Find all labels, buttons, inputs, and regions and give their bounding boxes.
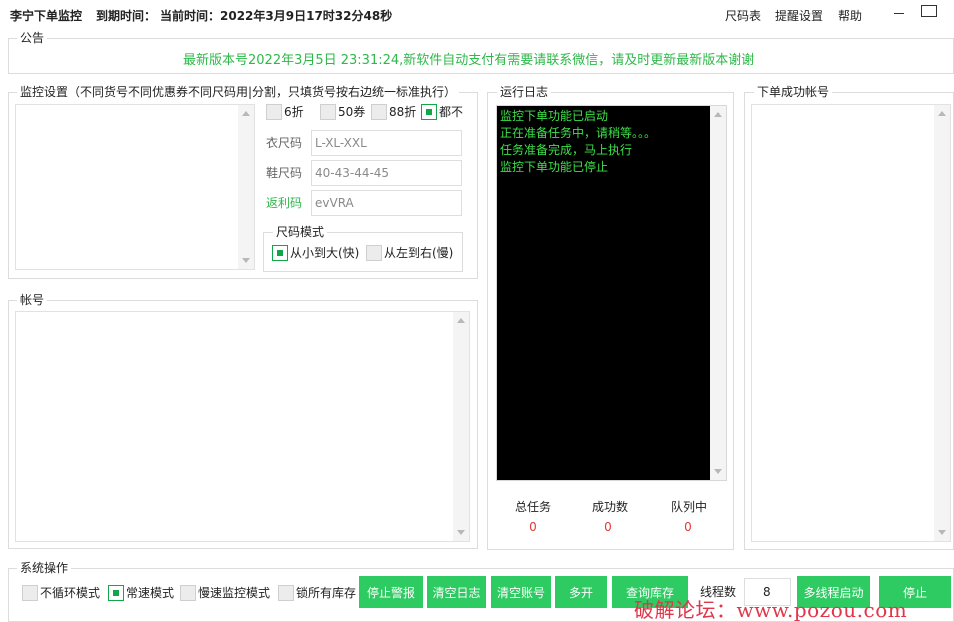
queue-value: 0 xyxy=(684,520,692,534)
menu-reminder-settings[interactable]: 提醒设置 xyxy=(775,7,823,24)
scrollbar[interactable] xyxy=(934,105,950,541)
scroll-down-icon[interactable] xyxy=(457,530,465,535)
success-accounts-textarea[interactable] xyxy=(751,104,951,542)
shoe-size-input[interactable]: 40-43-44-45 xyxy=(311,160,462,186)
clear-log-button[interactable]: 清空日志 xyxy=(427,576,486,608)
log-line: 任务准备完成，马上执行 xyxy=(500,143,633,157)
scrollbar[interactable] xyxy=(710,106,726,480)
monitor-legend: 监控设置（不同货号不同优惠券不同尺码用|分割，只填货号按右边统一标准执行） xyxy=(17,85,460,99)
maximize-icon[interactable] xyxy=(921,5,937,17)
no-loop-mode-label: 不循环模式 xyxy=(40,586,101,600)
total-tasks-label: 总任务 xyxy=(514,500,551,514)
minimize-icon[interactable] xyxy=(894,13,904,14)
success-count-value: 0 xyxy=(604,520,612,534)
scroll-down-icon[interactable] xyxy=(938,530,946,535)
accounts-legend: 帐号 xyxy=(17,293,48,307)
slow-monitor-mode-label: 慢速监控模式 xyxy=(198,586,271,600)
log-line: 监控下单功能已停止 xyxy=(500,160,609,174)
log-line: 正在准备任务中，请稍等。。。 xyxy=(500,126,657,140)
current-time: 当前时间：2022年3月9日17时32分48秒 xyxy=(160,9,393,23)
scroll-down-icon[interactable] xyxy=(242,258,250,263)
discount-6-checkbox[interactable] xyxy=(266,104,282,120)
clothes-size-label: 衣尺码 xyxy=(266,136,303,150)
size-mode-left-to-right-label: 从左到右(慢) xyxy=(384,246,454,260)
expiry-label: 到期时间： xyxy=(96,9,157,23)
scroll-up-icon[interactable] xyxy=(938,111,946,116)
scrollbar[interactable] xyxy=(238,105,254,269)
stop-alarm-button[interactable]: 停止警报 xyxy=(359,576,423,608)
menu-help[interactable]: 帮助 xyxy=(838,7,862,24)
size-mode-small-to-large-label: 从小到大(快) xyxy=(290,246,360,260)
clear-accounts-button[interactable]: 清空账号 xyxy=(491,576,551,608)
product-code-textarea[interactable] xyxy=(15,104,255,270)
discount-88-checkbox[interactable] xyxy=(371,104,387,120)
success-accounts-legend: 下单成功帐号 xyxy=(754,85,833,99)
discount-6-label: 6折 xyxy=(284,105,304,119)
none-checkbox[interactable] xyxy=(421,104,437,120)
queue-label: 队列中 xyxy=(670,500,707,514)
menu-size-chart[interactable]: 尺码表 xyxy=(725,7,761,24)
rebate-code-input[interactable]: evVRA xyxy=(311,190,462,216)
log-lines: 监控下单功能已启动 正在准备任务中，请稍等。。。 任务准备完成，马上执行 监控下… xyxy=(500,108,656,176)
normal-speed-mode-label: 常速模式 xyxy=(126,586,175,600)
total-tasks-value: 0 xyxy=(529,520,537,534)
size-mode-small-to-large-radio[interactable] xyxy=(272,245,288,261)
discount-88-label: 88折 xyxy=(389,105,417,119)
size-mode-legend: 尺码模式 xyxy=(273,225,328,239)
log-legend: 运行日志 xyxy=(497,85,552,99)
app-title: 李宁下单监控 xyxy=(10,9,83,23)
scroll-up-icon[interactable] xyxy=(242,111,250,116)
scroll-up-icon[interactable] xyxy=(714,112,722,117)
lock-all-stock-checkbox[interactable] xyxy=(278,585,294,601)
accounts-textarea[interactable] xyxy=(15,311,470,542)
slow-monitor-mode-checkbox[interactable] xyxy=(180,585,196,601)
notice-legend: 公告 xyxy=(17,31,48,45)
system-legend: 系统操作 xyxy=(17,561,72,575)
rebate-code-label: 返利码 xyxy=(266,196,303,210)
lock-all-stock-label: 锁所有库存 xyxy=(296,586,357,600)
notice-text: 最新版本号2022年3月5日 23:31:24,新软件自动支付有需要请联系微信，… xyxy=(183,53,755,68)
clothes-size-input[interactable]: L-XL-XXL xyxy=(311,130,462,156)
success-count-label: 成功数 xyxy=(591,500,628,514)
coupon-50-checkbox[interactable] xyxy=(320,104,336,120)
scrollbar[interactable] xyxy=(453,312,469,541)
multi-open-button[interactable]: 多开 xyxy=(555,576,607,608)
size-mode-left-to-right-radio[interactable] xyxy=(366,245,382,261)
none-label: 都不 xyxy=(439,105,464,119)
normal-speed-mode-checkbox[interactable] xyxy=(108,585,124,601)
shoe-size-label: 鞋尺码 xyxy=(266,166,303,180)
log-console[interactable]: 监控下单功能已启动 正在准备任务中，请稍等。。。 任务准备完成，马上执行 监控下… xyxy=(496,105,727,481)
no-loop-mode-checkbox[interactable] xyxy=(22,585,38,601)
scroll-down-icon[interactable] xyxy=(714,469,722,474)
coupon-50-label: 50券 xyxy=(338,105,366,119)
scroll-up-icon[interactable] xyxy=(457,318,465,323)
watermark-text: 破解论坛：www.pozou.com xyxy=(634,598,908,622)
log-line: 监控下单功能已启动 xyxy=(500,109,609,123)
